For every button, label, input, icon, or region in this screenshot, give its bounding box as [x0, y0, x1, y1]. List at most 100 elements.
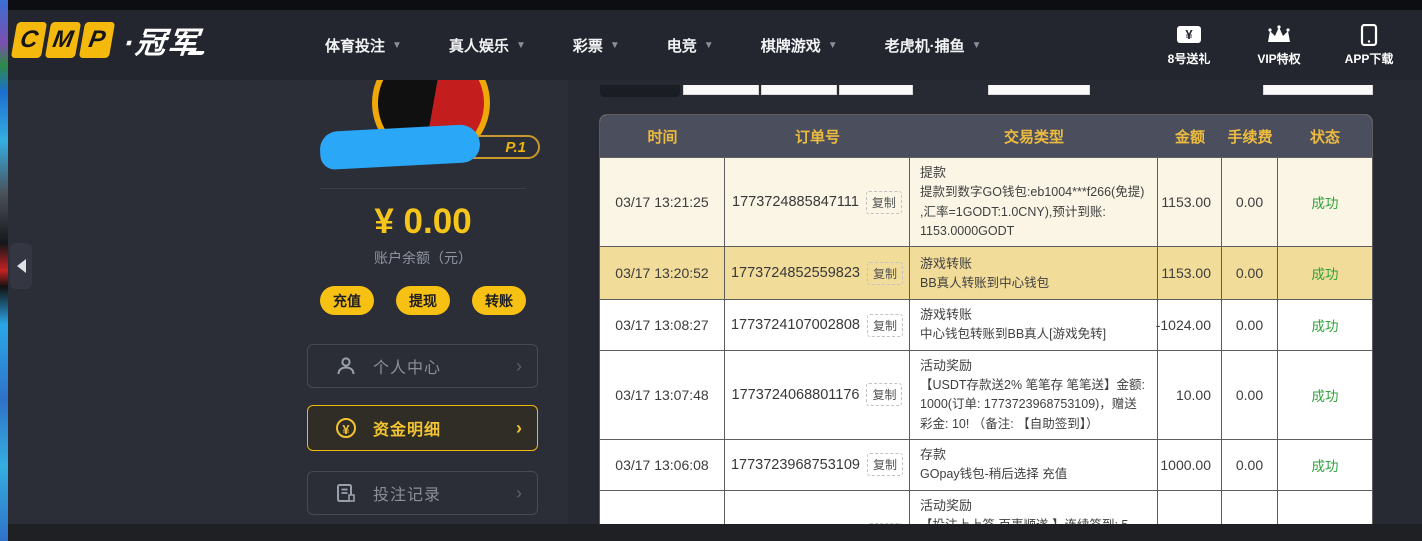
transaction-type: 提款: [920, 165, 947, 180]
cell-amount: -1024.00: [1156, 300, 1222, 350]
sidebar-item-fund-details[interactable]: ¥ 资金明细 ›: [307, 405, 538, 451]
cell-time: 03/17 13:20:52: [600, 247, 725, 300]
chevron-down-icon: ▼: [971, 39, 982, 51]
balance-label: 账户余额（元）: [374, 250, 472, 266]
transaction-type: 活动奖励: [920, 497, 973, 513]
filter-tab-clipped[interactable]: [839, 85, 913, 95]
sidebar-item-label: 资金明细: [373, 422, 442, 439]
app-download-link[interactable]: APP下载: [1342, 23, 1396, 67]
yen-coin-icon: ¥: [335, 418, 357, 438]
filter-tab-clipped[interactable]: [988, 85, 1090, 95]
filter-tab-clipped[interactable]: [683, 85, 759, 95]
top-edge-bar: [0, 0, 1422, 10]
document-icon: [335, 483, 357, 503]
table-row: 03/17 13:07:48 1773724068801176 复制 活动奖励 …: [600, 349, 1372, 440]
chevron-right-icon: ›: [516, 418, 522, 438]
cell-status: 成功: [1311, 388, 1339, 404]
logo-dash: [186, 51, 206, 55]
header-fee: 手续费: [1227, 128, 1273, 146]
copy-button[interactable]: 复制: [865, 190, 902, 214]
cell-order: 1773724107002808 复制: [725, 300, 910, 350]
sidebar-item-label: 个人中心: [373, 360, 442, 377]
nav-item-board-games[interactable]: 棋牌游戏 ▼: [761, 35, 838, 56]
chevron-down-icon: ▼: [827, 39, 838, 51]
logo-letter: M: [44, 22, 82, 58]
account-sidebar: P.1 ¥ 0.00 账户余额（元） 充值 提现 转账 个人中心 › ¥ 资金明…: [8, 44, 568, 526]
nav-item-label: 彩票: [572, 37, 603, 55]
copy-button[interactable]: 复制: [866, 383, 903, 407]
logo-letter: C: [10, 22, 48, 58]
filter-tab-clipped[interactable]: [1263, 85, 1373, 95]
cell-fee: 0.00: [1222, 158, 1278, 247]
nav-item-slots-fishing[interactable]: 老虎机·捕鱼 ▼: [885, 35, 982, 56]
transaction-detail: 【USDT存款送2% 笔笔存 笔笔送】金额: 1000(订单: 17737239…: [920, 377, 1146, 431]
order-number: 1773724852559823: [730, 265, 860, 282]
filter-tab-clipped[interactable]: [761, 85, 837, 95]
sidebar-item-personal-center[interactable]: 个人中心 ›: [307, 344, 538, 388]
user-icon: [335, 355, 357, 377]
transaction-detail: 中心钱包转账到BB真人[游戏免转]: [920, 327, 1107, 342]
page: C M P ·冠军 体育投注 ▼ 真人娱乐 ▼ 彩票 ▼ 电竞 ▼ 棋牌游戏 ▼…: [0, 0, 1422, 541]
header-time: 时间: [647, 128, 678, 146]
transfer-button[interactable]: 转账: [472, 286, 526, 315]
copy-button[interactable]: 复制: [867, 453, 904, 477]
header-type: 交易类型: [1003, 128, 1064, 146]
cell-fee: 0.00: [1222, 440, 1278, 490]
deposit-button[interactable]: 充值: [320, 286, 374, 315]
table-row: 03/17 13:06:08 1773723968753109 复制 存款 GO…: [600, 439, 1372, 490]
vip-link[interactable]: VIP特权: [1252, 24, 1306, 67]
sidebar-collapse-button[interactable]: [10, 243, 32, 289]
nav-item-label: 体育投注: [325, 37, 386, 55]
chevron-right-icon: ›: [516, 483, 522, 503]
divider: [320, 188, 526, 189]
sidebar-item-betting-records[interactable]: 投注记录 ›: [307, 471, 538, 515]
cell-time: 03/17 13:06:08: [600, 440, 725, 490]
header-status: 状态: [1309, 128, 1340, 146]
nav-item-label: 老虎机·捕鱼: [884, 37, 965, 55]
cell-status: 成功: [1311, 267, 1339, 283]
cell-amount: 1000.00: [1158, 440, 1222, 490]
table-row: 03/17 13:20:52 1773724852559823 复制 游戏转账 …: [600, 246, 1372, 300]
cell-status: 成功: [1311, 458, 1339, 474]
filter-tab-active-clipped[interactable]: [600, 85, 680, 97]
chevron-down-icon: ▼: [515, 39, 526, 51]
cell-type: 活动奖励 【USDT存款送2% 笔笔存 笔笔送】金额: 1000(订单: 177…: [910, 350, 1158, 440]
nav-item-sports[interactable]: 体育投注 ▼: [325, 35, 402, 56]
cell-time: 03/17 13:21:25: [600, 158, 725, 247]
cell-status: 成功: [1311, 319, 1339, 335]
arrow-left-icon: [16, 259, 26, 273]
nav-item-label: 电竞: [666, 37, 697, 55]
cell-amount: 10.00: [1158, 350, 1222, 440]
nav-item-label: 棋牌游戏: [760, 37, 821, 55]
cell-fee: 0.00: [1222, 350, 1278, 440]
background-window-strip: [0, 0, 8, 541]
quick-links: ¥ 8号送礼 VIP特权 APP下载: [1162, 10, 1396, 80]
header-amount: 金额: [1174, 128, 1205, 146]
copy-button[interactable]: 复制: [867, 261, 904, 285]
transaction-detail: GOpay钱包-稍后选择 充值: [920, 467, 1068, 482]
bottom-edge-bar: [0, 524, 1422, 541]
transactions-table: 时间 订单号 交易类型 金额 手续费 状态 03/17 13:21:25 177…: [600, 115, 1372, 541]
gift-link[interactable]: ¥ 8号送礼: [1162, 24, 1216, 67]
transaction-type: 游戏转账: [920, 307, 973, 323]
chevron-right-icon: ›: [516, 356, 522, 376]
nav-item-live-casino[interactable]: 真人娱乐 ▼: [449, 35, 526, 56]
cell-amount: 1153.00: [1158, 247, 1222, 300]
cell-status: 成功: [1311, 196, 1339, 212]
phone-icon: [1360, 23, 1378, 46]
nav-item-esports[interactable]: 电竞 ▼: [667, 35, 714, 56]
cell-type: 存款 GOpay钱包-稍后选择 充值: [910, 440, 1158, 490]
order-number: 1773724885847111: [732, 194, 859, 211]
account-balance: ¥ 0.00: [374, 202, 472, 241]
withdraw-button[interactable]: 提现: [396, 286, 450, 315]
cell-fee: 0.00: [1222, 300, 1278, 350]
username-redaction: [319, 123, 481, 171]
cell-type: 游戏转账 BB真人转账到中心钱包: [910, 247, 1158, 300]
nav-item-lottery[interactable]: 彩票 ▼: [573, 35, 620, 56]
copy-button[interactable]: 复制: [867, 313, 904, 337]
transaction-detail: BB真人转账到中心钱包: [920, 275, 1050, 290]
chevron-down-icon: ▼: [703, 39, 714, 51]
transaction-type: 活动奖励: [920, 357, 973, 373]
site-logo[interactable]: C M P ·冠军: [10, 18, 206, 62]
chevron-down-icon: ▼: [392, 39, 402, 51]
